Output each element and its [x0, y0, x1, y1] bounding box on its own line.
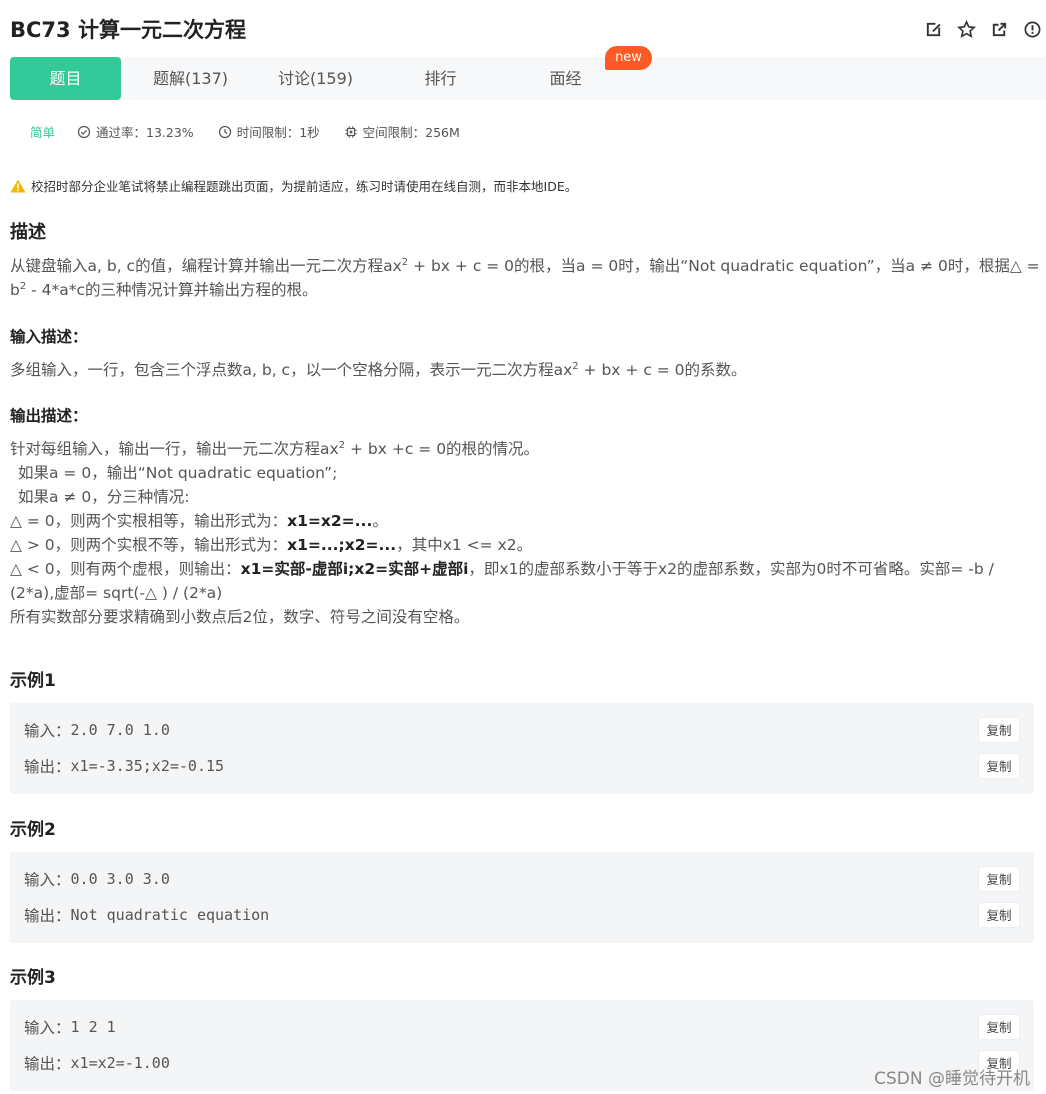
pass-rate-text: 通过率：13.23%	[96, 125, 194, 140]
output-description-text: 针对每组输入，输出一行，输出一元二次方程ax2 + bx +c = 0的根的情况…	[10, 437, 1040, 629]
output-part: 针对每组输入，输出一行，输出一元二次方程ax	[10, 440, 339, 458]
time-limit: 时间限制：1秒	[218, 122, 320, 141]
output-line: △ = 0，则两个实根相等，输出形式为：x1=x2=...。	[10, 509, 1040, 533]
check-circle-icon	[77, 125, 91, 138]
copy-output-button[interactable]: 复制	[978, 753, 1020, 779]
input-value: 1 2 1	[70, 1018, 116, 1036]
example-title: 示例2	[10, 820, 56, 840]
tab-ranking[interactable]: 排行	[385, 57, 496, 100]
info-icon[interactable]	[1023, 20, 1042, 39]
input-label: 输入：	[24, 722, 71, 740]
copy-input-button[interactable]: 复制	[978, 1014, 1020, 1040]
title-actions	[924, 20, 1042, 39]
example-input: 输入： 2.0 7.0 1.0	[24, 719, 170, 741]
output-part: △ = 0，则两个实根相等，输出形式为：	[10, 512, 288, 530]
watermark: CSDN @睡觉待开机	[874, 1069, 1030, 1089]
output-line: 如果a ≠ 0，分三种情况:	[18, 488, 190, 506]
output-label: 输出：	[24, 907, 71, 925]
example-output: 输出： x1=x2=-1.00	[24, 1052, 170, 1074]
tab-solutions[interactable]: 题解(137)	[135, 57, 246, 100]
input-description-heading: 输入描述：	[10, 328, 88, 346]
example-input: 输入： 0.0 3.0 3.0	[24, 868, 170, 890]
output-part: + bx +c = 0的根的情况。	[345, 440, 540, 458]
tab-discussion[interactable]: 讨论(159)	[260, 57, 371, 100]
output-value: x1=-3.35;x2=-0.15	[70, 757, 225, 775]
output-part: △ > 0，则两个实根不等，输出形式为：	[10, 536, 288, 554]
output-label: 输出：	[24, 758, 71, 776]
output-line: 如果a = 0，输出“Not quadratic equation”;	[18, 464, 338, 482]
input-label: 输入：	[24, 871, 71, 889]
output-line: 所有实数部分要求精确到小数点后2位，数字、符号之间没有空格。	[10, 608, 470, 626]
input-description-text: 多组输入，一行，包含三个浮点数a, b, c，以一个空格分隔，表示一元二次方程a…	[10, 358, 1040, 382]
clock-icon	[218, 125, 231, 138]
notice-text: 校招时部分企业笔试将禁止编程题跳出页面，为提前适应，练习时请使用在线自测，而非本…	[31, 179, 578, 194]
desc-part: 从键盘输入a, b, c的值，编程计算并输出一元二次方程ax	[10, 257, 402, 275]
edit-icon[interactable]	[924, 20, 943, 39]
output-value: x1=x2=-1.00	[70, 1054, 170, 1072]
output-format: x1=...;x2=...	[287, 536, 397, 554]
page-title: BC73 计算一元二次方程	[10, 18, 246, 42]
description-text: 从键盘输入a, b, c的值，编程计算并输出一元二次方程ax2 + bx + c…	[10, 254, 1040, 302]
input-desc-part: + bx + c = 0的系数。	[578, 361, 747, 379]
memory-limit: 空间限制：256M	[344, 122, 460, 141]
problem-meta: 简单 通过率：13.23% 时间限制：1秒 空间限制：256M	[30, 122, 484, 141]
output-value: Not quadratic equation	[70, 906, 270, 924]
time-limit-text: 时间限制：1秒	[236, 125, 320, 140]
difficulty-label: 简单	[30, 125, 56, 140]
example-title: 示例1	[10, 671, 56, 691]
example-box: 输入： 0.0 3.0 3.0 输出： Not quadratic equation…	[10, 852, 1034, 943]
output-label: 输出：	[24, 1055, 71, 1073]
warning-icon	[10, 179, 26, 192]
new-badge: new	[605, 46, 652, 70]
output-line: △ < 0，则有两个虚根，则输出：x1=实部-虚部i;x2=实部+虚部i，即x1…	[10, 557, 1040, 605]
star-icon[interactable]	[957, 20, 976, 39]
share-icon[interactable]	[990, 20, 1009, 39]
example-title: 示例3	[10, 968, 56, 988]
memory-limit-text: 空间限制：256M	[362, 125, 460, 140]
output-line: △ > 0，则两个实根不等，输出形式为：x1=...;x2=...，其中x1 <…	[10, 533, 1040, 557]
output-part: 。	[372, 512, 388, 530]
output-format: x1=实部-虚部i;x2=实部+虚部i	[240, 560, 469, 578]
input-value: 2.0 7.0 1.0	[70, 721, 170, 739]
copy-input-button[interactable]: 复制	[978, 866, 1020, 892]
description-heading: 描述	[10, 222, 46, 243]
output-part: ，其中x1 <= x2。	[396, 536, 533, 554]
input-value: 0.0 3.0 3.0	[70, 870, 170, 888]
pass-rate: 通过率：13.23%	[77, 122, 194, 141]
output-line: 针对每组输入，输出一行，输出一元二次方程ax2 + bx +c = 0的根的情况…	[10, 437, 1040, 461]
input-label: 输入：	[24, 1019, 71, 1037]
copy-output-button[interactable]: 复制	[978, 902, 1020, 928]
example-box: 输入： 2.0 7.0 1.0 输出： x1=-3.35;x2=-0.15 复制 复…	[10, 703, 1034, 794]
example-input: 输入： 1 2 1	[24, 1016, 116, 1038]
example-output: 输出： x1=-3.35;x2=-0.15	[24, 755, 224, 777]
copy-input-button[interactable]: 复制	[978, 717, 1020, 743]
tab-bar: 题目 题解(137) 讨论(159) 排行 面经	[10, 57, 1046, 100]
chip-icon	[344, 125, 357, 138]
desc-part: - 4*a*c的三种情况计算并输出方程的根。	[26, 281, 318, 299]
example-output: 输出： Not quadratic equation	[24, 904, 269, 926]
output-part: △ < 0，则有两个虚根，则输出：	[10, 560, 241, 578]
output-format: x1=x2=...	[287, 512, 373, 530]
output-description-heading: 输出描述：	[10, 407, 88, 425]
input-desc-part: 多组输入，一行，包含三个浮点数a, b, c，以一个空格分隔，表示一元二次方程a…	[10, 361, 573, 379]
tab-problem[interactable]: 题目	[10, 57, 121, 100]
notice: 校招时部分企业笔试将禁止编程题跳出页面，为提前适应，练习时请使用在线自测，而非本…	[10, 176, 577, 195]
